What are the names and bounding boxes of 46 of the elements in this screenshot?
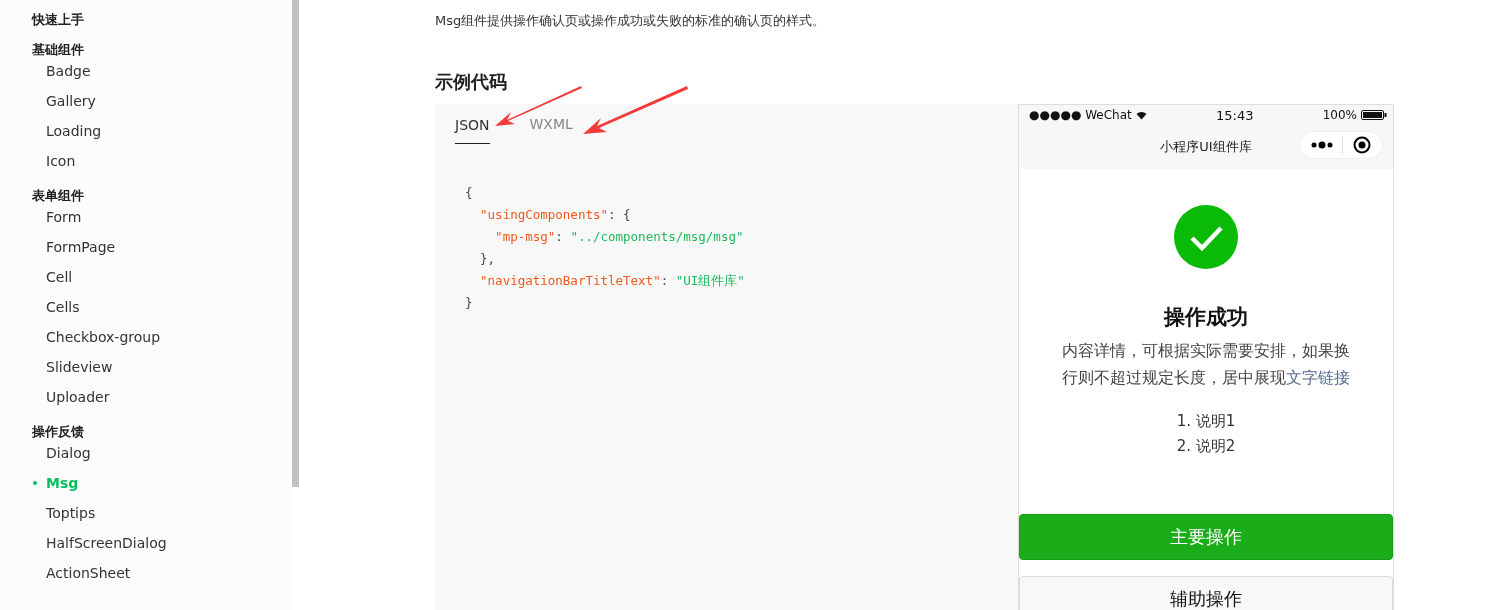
msg-description: 内容详情，可根据实际需要安排，如果换行则不超过规定长度，居中展现文字链接	[1061, 340, 1351, 389]
code-tab[interactable]: JSON	[455, 116, 490, 144]
bullet-icon	[33, 481, 37, 485]
sidebar-item[interactable]: Badge	[32, 56, 290, 86]
sidebar-item[interactable]: Form	[32, 202, 290, 232]
capsule-menu[interactable]	[1299, 131, 1383, 159]
sidebar-item[interactable]: Loading	[32, 116, 290, 146]
code-line: "mp-msg": "../components/msg/msg"	[494, 228, 745, 246]
sidebar-group-title: 快速上手	[32, 11, 85, 29]
msg-title: 操作成功	[1164, 304, 1248, 331]
time-text: 15:43	[1216, 107, 1254, 123]
sidebar-item[interactable]: HalfScreenDialog	[32, 528, 290, 558]
battery-icon	[1361, 110, 1387, 120]
battery-text: 100%	[1322, 108, 1357, 122]
msg-note: 1. 说明1	[1176, 411, 1236, 432]
sidebar-item[interactable]: Cell	[32, 262, 290, 292]
wifi-icon	[1135, 110, 1147, 120]
carrier-text: ●●●●● WeChat	[1029, 108, 1132, 122]
sidebar-item[interactable]: ActionSheet	[32, 558, 290, 588]
sidebar-group-title: 操作反馈	[32, 423, 85, 441]
intro-text: Msg组件提供操作确认页或操作成功或失败的标准的确认页的样式。	[435, 12, 827, 30]
sidebar-item[interactable]: Uploader	[32, 382, 290, 412]
sidebar-item[interactable]: Checkbox-group	[32, 322, 290, 352]
msg-note: 2. 说明2	[1176, 436, 1236, 457]
secondary-button[interactable]: 辅助操作	[1019, 576, 1393, 610]
sidebar-item[interactable]: Cells	[32, 292, 290, 322]
sidebar-item[interactable]: Gallery	[32, 86, 290, 116]
more-icon[interactable]	[1310, 141, 1333, 149]
sidebar-item[interactable]: FormPage	[32, 232, 290, 262]
code-line: {	[465, 184, 474, 202]
nav-title: 小程序UI组件库	[1160, 138, 1252, 156]
annotation-arrow-icon	[581, 84, 689, 136]
sidebar-group-title: 基础组件	[32, 41, 85, 59]
success-check-icon	[1174, 205, 1238, 269]
section-title: 示例代码	[435, 70, 508, 94]
text-link[interactable]: 文字链接	[1286, 368, 1350, 387]
sidebar-group-title: 表单组件	[32, 187, 85, 205]
sidebar-item[interactable]: Toptips	[32, 498, 290, 528]
sidebar-item[interactable]: Icon	[32, 146, 290, 176]
code-line: },	[479, 250, 497, 268]
code-line: "navigationBarTitleText": "UI组件库"	[479, 272, 746, 290]
code-line: "usingComponents": {	[479, 206, 632, 224]
sidebar-item[interactable]: Dialog	[32, 438, 290, 468]
scrollbar[interactable]	[292, 0, 299, 487]
sidebar-item[interactable]: Slideview	[32, 352, 290, 382]
code-line: }	[465, 294, 474, 312]
